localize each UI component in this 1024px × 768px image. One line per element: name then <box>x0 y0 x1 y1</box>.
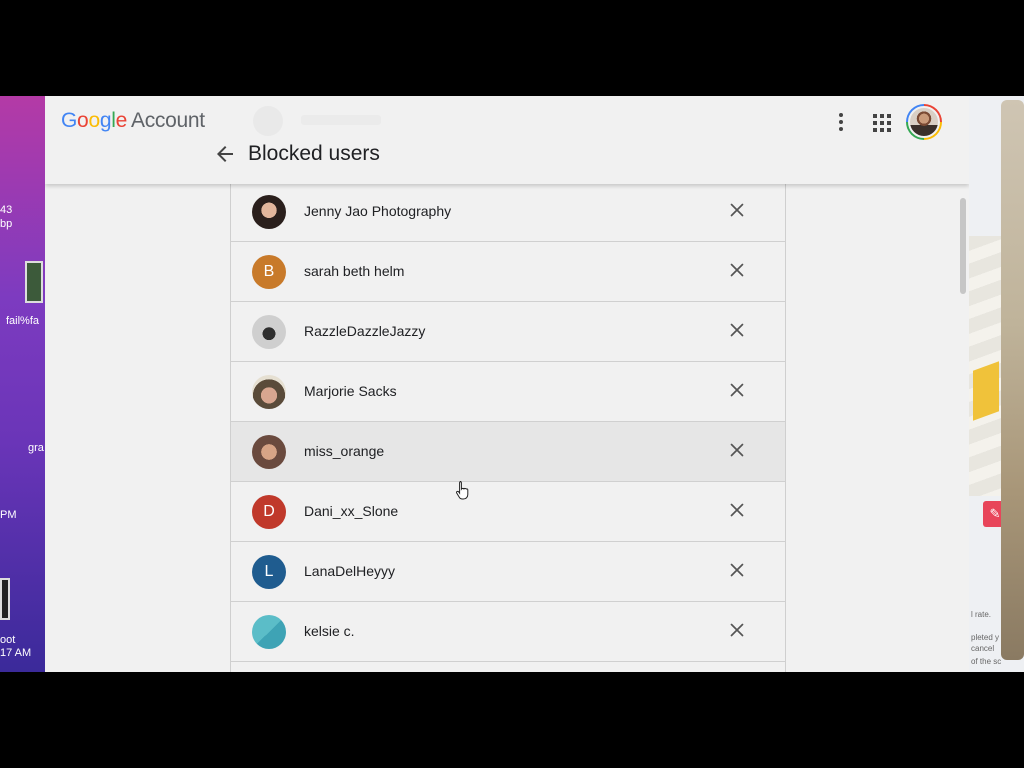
background-text: of the sc <box>971 657 1002 666</box>
desktop-label: 43 <box>0 204 13 216</box>
blocked-user-row[interactable]: Jenny Jao Photography <box>231 182 785 242</box>
background-photo <box>1001 100 1024 660</box>
user-avatar <box>252 195 286 229</box>
logo-letter: G <box>61 109 78 132</box>
user-name: sarah beth helm <box>304 263 405 279</box>
desktop-file-label[interactable]: oot <box>0 634 15 646</box>
avatar-photo <box>908 106 940 138</box>
arrow-left-icon[interactable] <box>213 142 237 166</box>
blocked-user-row[interactable]: miss_orange <box>231 422 785 482</box>
desktop-file-thumbnail[interactable] <box>25 261 43 303</box>
logo-letter: o <box>77 109 89 132</box>
user-name: kelsie c. <box>304 623 355 639</box>
user-avatar <box>252 375 286 409</box>
user-name: Dani_xx_Slone <box>304 503 399 519</box>
blocked-user-row[interactable]: D Dani_xx_Slone <box>231 482 785 542</box>
ghost-avatar <box>253 106 283 136</box>
browser-window: Erika BloomJenny Jao PhotographyBsarah b… <box>45 96 969 672</box>
user-name: RazzleDazzleJazzy <box>304 323 426 339</box>
close-icon[interactable] <box>729 202 745 218</box>
scrollbar[interactable] <box>959 184 967 672</box>
app-header: Google Account Blocked users <box>45 96 969 184</box>
user-avatar: B <box>252 255 286 289</box>
user-avatar <box>252 435 286 469</box>
map-road <box>973 361 999 421</box>
letterbox-bottom <box>0 672 1024 768</box>
logo-letter: e <box>115 109 128 132</box>
scrollbar-thumb[interactable] <box>960 198 966 294</box>
user-avatar: D <box>252 495 286 529</box>
hand-pointer-cursor <box>455 480 471 500</box>
logo-letter: o <box>88 109 100 132</box>
blocked-user-row[interactable]: RazzleDazzleJazzy <box>231 302 785 362</box>
blocked-user-row[interactable]: L LanaDelHeyyy <box>231 542 785 602</box>
ghost-text <box>301 115 381 125</box>
user-name: LanaDelHeyyy <box>304 563 396 579</box>
close-icon[interactable] <box>729 622 745 638</box>
background-text: pleted y <box>971 633 1000 642</box>
desktop-file-label[interactable]: fail%fa <box>6 315 39 327</box>
desktop-file-label[interactable]: 17 AM <box>0 647 31 659</box>
user-avatar <box>252 315 286 349</box>
blocked-user-row[interactable]: Marjorie Sacks <box>231 362 785 422</box>
blocked-user-row[interactable]: kelsie c. <box>231 602 785 662</box>
blocked-users-list: Erika BloomJenny Jao PhotographyBsarah b… <box>230 135 786 672</box>
logo-suffix: Account <box>130 109 205 132</box>
desktop-label: bp <box>0 218 13 230</box>
background-app-window: ✎ l rate. pleted y cancel of the sc <box>969 96 1024 672</box>
apps-grid-icon[interactable] <box>871 112 893 134</box>
google-account-logo[interactable]: Google Account <box>61 109 205 133</box>
close-icon[interactable] <box>729 322 745 338</box>
desktop-file-thumbnail[interactable] <box>0 578 10 620</box>
background-text: cancel <box>971 644 995 653</box>
user-avatar: L <box>252 555 286 589</box>
user-avatar <box>252 615 286 649</box>
desktop-label: gra <box>28 442 44 454</box>
user-name: Jenny Jao Photography <box>304 203 452 219</box>
user-name: Marjorie Sacks <box>304 383 397 399</box>
logo-letter: g <box>99 109 112 132</box>
letterbox-top <box>0 0 1024 96</box>
page-title: Blocked users <box>248 142 380 165</box>
close-icon[interactable] <box>729 382 745 398</box>
close-icon[interactable] <box>729 502 745 518</box>
desktop-label: PM <box>0 509 17 521</box>
more-vert-icon[interactable] <box>831 110 851 134</box>
account-avatar[interactable] <box>906 104 942 140</box>
close-icon[interactable] <box>729 442 745 458</box>
blocked-user-row[interactable]: Bsarah beth helm <box>231 242 785 302</box>
close-icon[interactable] <box>729 562 745 578</box>
user-name: miss_orange <box>304 443 385 459</box>
background-text: l rate. <box>971 610 992 619</box>
desktop-background-left: 43 bp fail%fa gra PM oot 17 AM <box>0 96 45 672</box>
close-icon[interactable] <box>729 262 745 278</box>
